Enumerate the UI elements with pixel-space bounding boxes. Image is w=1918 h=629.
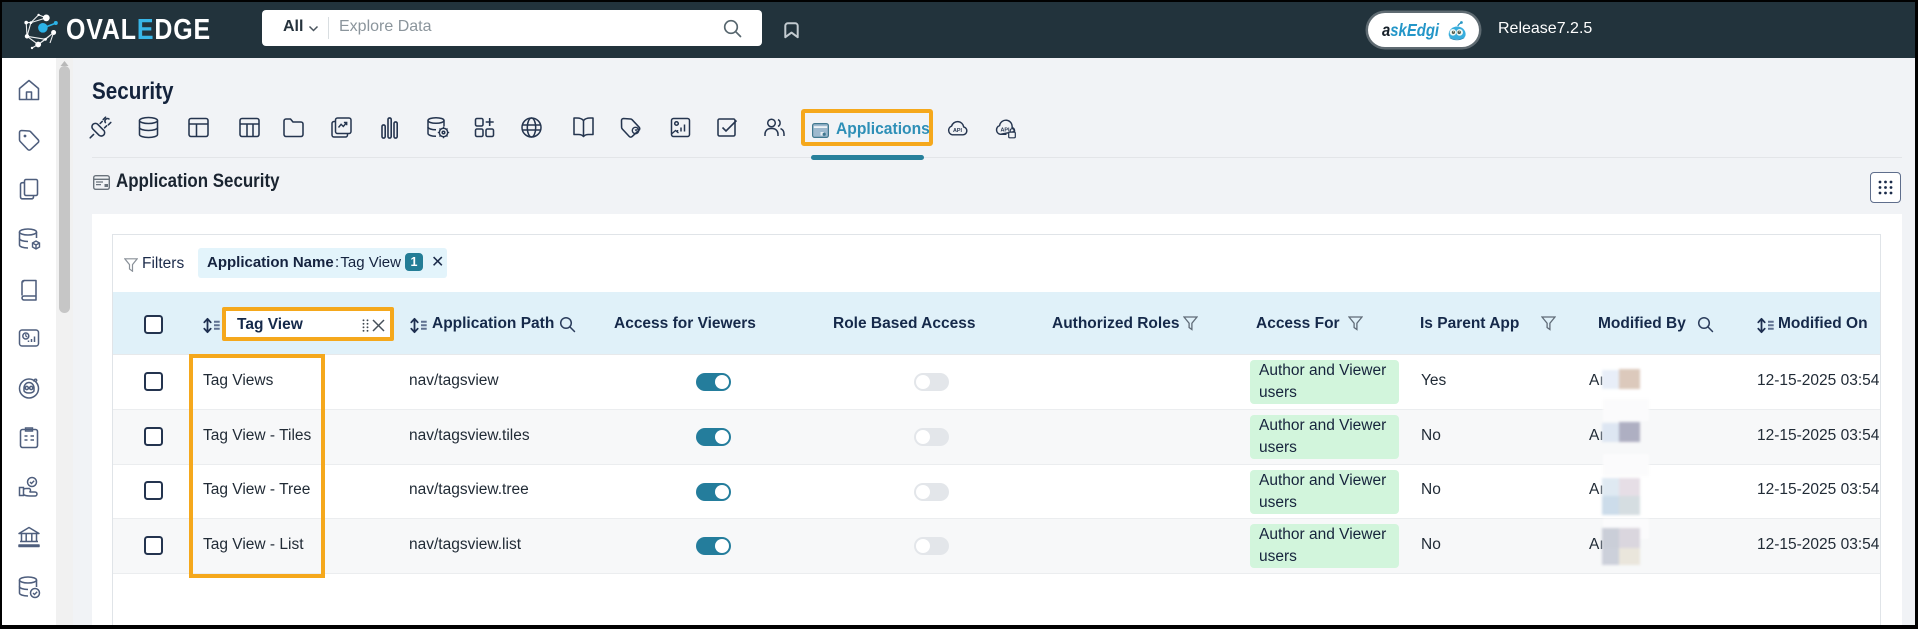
svg-text:API: API	[953, 128, 962, 134]
